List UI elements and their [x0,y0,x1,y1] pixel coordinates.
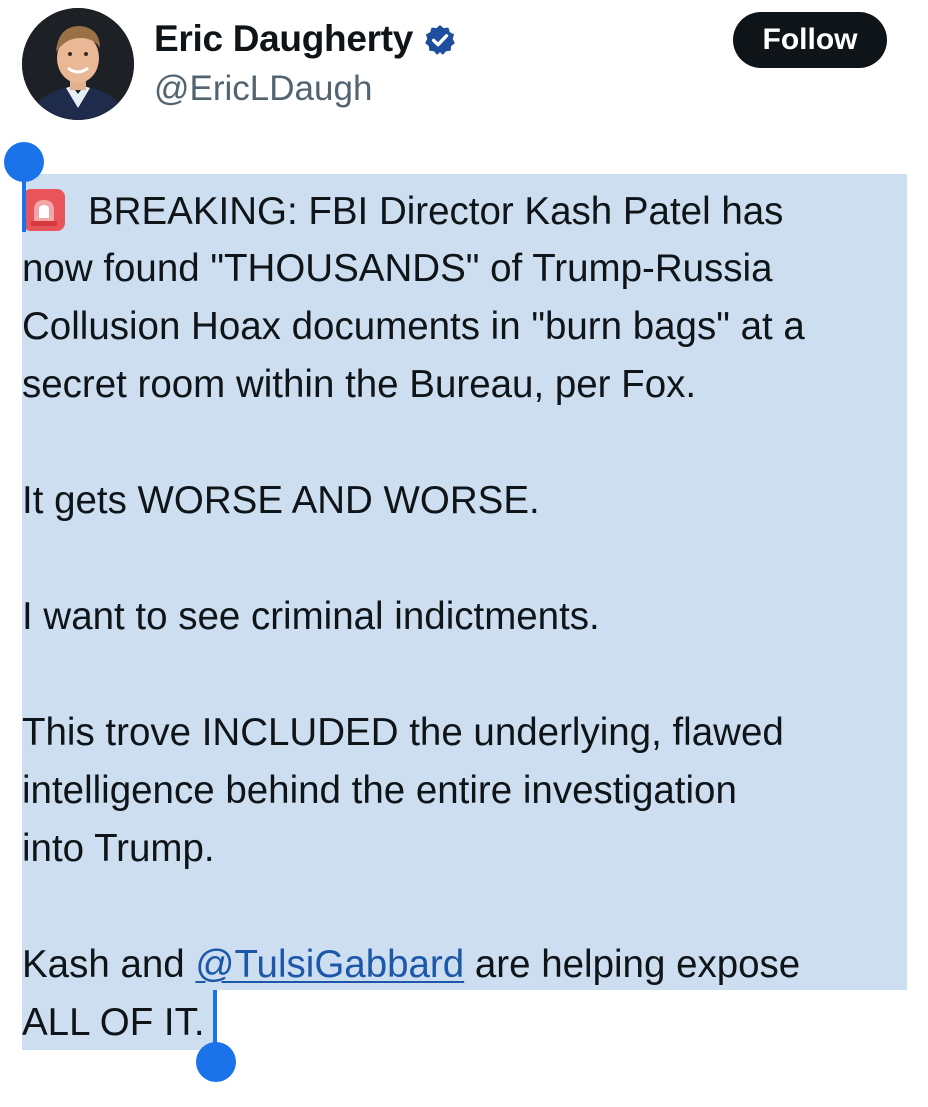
tweet-text-line-8: intelligence behind the entire investiga… [22,769,737,812]
tweet-line: BREAKING: FBI Director Kash Patel has [22,188,783,235]
tweet-text-line-1: BREAKING: FBI Director Kash Patel has [88,190,784,233]
follow-button[interactable]: Follow [733,12,887,68]
display-name[interactable]: Eric Daugherty [154,16,413,62]
selection-end-caret [213,990,217,1048]
verified-badge-icon [423,22,457,56]
tweet-text-line-6: I want to see criminal indictments. [22,595,600,638]
mention-link[interactable]: @TulsiGabbard [195,943,464,986]
tweet-text-line-9: into Trump. [22,827,215,870]
tweet-text-segment: are helping expose [464,943,801,986]
tweet-text-line-4: secret room within the Bureau, per Fox. [22,363,697,406]
tweet-text-line-2: now found "THOUSANDS" of Trump-Russia [22,247,773,290]
selection-start-handle[interactable] [4,142,44,182]
tweet-text-line-10: Kash and @TulsiGabbard are helping expos… [22,942,800,988]
avatar[interactable] [22,8,134,120]
tweet-text-line-11: ALL OF IT. [22,1001,205,1044]
tweet-text-line-7: This trove INCLUDED the underlying, flaw… [22,711,784,754]
selection-end-handle[interactable] [196,1042,236,1082]
display-name-row[interactable]: Eric Daugherty [154,16,457,62]
profile-photo-icon [22,8,134,120]
police-siren-emoji-icon [22,188,66,232]
user-handle[interactable]: @EricLDaugh [154,68,372,110]
tweet-text-line-5: It gets WORSE AND WORSE. [22,479,540,522]
tweet-text-segment: Kash and [22,943,196,986]
tweet-text-line-3: Collusion Hoax documents in "burn bags" … [22,305,805,348]
